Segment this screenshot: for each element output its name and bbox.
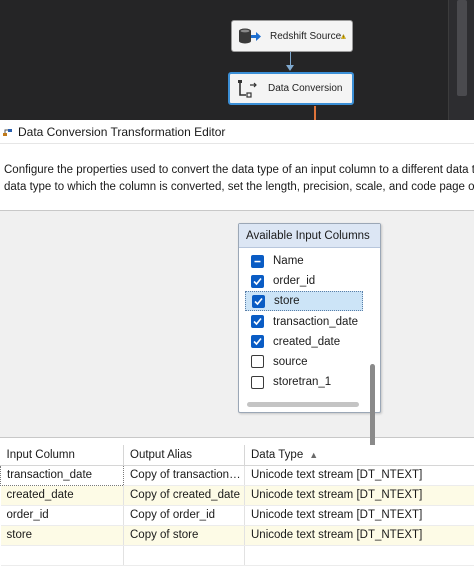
column-item-label: Name	[273, 255, 304, 267]
data-conversion-label: Data Conversion	[268, 83, 343, 94]
cell-data-type[interactable]: Unicode text stream [DT_NTEXT]	[244, 525, 474, 546]
data-flow-canvas[interactable]: Redshift Source Data Conversion	[0, 0, 474, 120]
sort-ascending-icon: ▲	[309, 449, 319, 460]
available-input-columns-box: Available Input Columns Name order_idstor…	[238, 223, 381, 464]
header-output-alias[interactable]: Output Alias	[123, 445, 245, 466]
column-item-label: created_date	[273, 335, 341, 348]
available-columns-horizontal-scrollbar[interactable]	[247, 402, 359, 407]
header-data-type[interactable]: Data Type ▲	[244, 445, 474, 466]
column-checkbox[interactable]	[252, 294, 265, 308]
canvas-scrollbar-thumb[interactable]	[457, 0, 467, 96]
description-line-1: Configure the properties used to convert…	[4, 164, 474, 176]
cell-input-column[interactable]: order_id	[0, 505, 124, 526]
available-columns-list: Name order_idstore transaction_datecreated…	[245, 251, 363, 392]
column-checkbox[interactable]	[251, 335, 264, 349]
data-conversion-task[interactable]: Data Conversion	[228, 72, 354, 105]
column-item-name[interactable]: Name	[245, 251, 363, 271]
minus-icon	[254, 260, 261, 262]
select-all-checkbox[interactable]	[251, 254, 264, 268]
table-row[interactable]: transaction_date Copy of transaction_... U…	[0, 464, 474, 486]
table-row[interactable]: order_id Copy of order_id Unicode text str…	[0, 505, 474, 526]
error-output-connector[interactable]	[314, 106, 316, 120]
cell-input-column[interactable]	[0, 545, 124, 566]
canvas-scrollbar[interactable]	[448, 0, 474, 120]
column-selection-pane	[0, 210, 474, 438]
header-input-column[interactable]: Input Column	[0, 445, 124, 466]
cell-input-column[interactable]: store	[0, 525, 124, 546]
column-item-label: storetran_1	[273, 376, 332, 389]
editor-title-bar[interactable]: Data Conversion Transformation Editor	[0, 120, 474, 144]
data-conversion-editor-window: Data Conversion Transformation Editor Co…	[0, 120, 474, 567]
column-item-order-id[interactable]: order_id	[245, 271, 363, 291]
cell-input-column[interactable]: transaction_date	[0, 464, 124, 486]
column-item-store[interactable]: store	[245, 291, 363, 312]
column-item-source[interactable]: source	[245, 352, 363, 372]
cell-output-alias[interactable]: Copy of order_id	[123, 505, 245, 526]
editor-description: Configure the properties used to convert…	[4, 162, 474, 196]
cell-output-alias[interactable]: Copy of store	[123, 525, 245, 546]
table-row[interactable]: store Copy of store Unicode text stream [D…	[0, 525, 474, 546]
column-item-label: transaction_date	[273, 315, 359, 328]
editor-title: Data Conversion Transformation Editor	[18, 124, 226, 139]
checkmark-icon	[253, 338, 262, 346]
column-checkbox[interactable]	[251, 375, 264, 389]
column-item-storetran-1[interactable]: storetran_1	[245, 372, 363, 392]
transformation-app-icon	[3, 128, 12, 136]
header-output-alias-label: Output Alias	[130, 448, 193, 461]
warning-triangle-icon	[341, 33, 346, 39]
table-row[interactable]	[0, 545, 474, 566]
checkmark-icon	[253, 318, 262, 326]
cell-output-alias[interactable]: Copy of created_date	[123, 485, 245, 506]
cell-data-type[interactable]: Unicode text stream [DT_NTEXT]	[244, 485, 474, 506]
column-checkbox[interactable]	[251, 274, 264, 288]
column-item-created-date[interactable]: created_date	[245, 332, 363, 352]
redshift-source-task[interactable]: Redshift Source	[231, 20, 353, 52]
data-conversion-icon	[236, 79, 260, 99]
column-item-label: order_id	[273, 275, 316, 288]
header-data-type-label: Data Type	[251, 448, 304, 461]
available-input-columns-title[interactable]: Available Input Columns	[239, 224, 380, 248]
checkmark-icon	[253, 277, 262, 285]
checkmark-icon	[254, 297, 263, 306]
cell-data-type[interactable]	[244, 545, 474, 566]
redshift-source-label: Redshift Source	[270, 30, 342, 42]
header-input-column-label: Input Column	[6, 448, 75, 461]
column-item-label: source	[273, 355, 308, 368]
database-arrow-icon	[238, 26, 262, 46]
flow-connector-arrowhead	[286, 65, 294, 71]
cell-data-type[interactable]: Unicode text stream [DT_NTEXT]	[244, 505, 474, 526]
column-checkbox[interactable]	[251, 315, 264, 329]
column-item-label: store	[274, 295, 300, 308]
cell-input-column[interactable]: created_date	[0, 485, 124, 506]
conversion-grid: Input Column Output Alias Data Type ▲ tra…	[0, 445, 474, 566]
column-checkbox[interactable]	[251, 355, 264, 369]
column-item-transaction-date[interactable]: transaction_date	[245, 312, 363, 332]
cell-data-type[interactable]: Unicode text stream [DT_NTEXT]	[244, 465, 474, 486]
table-row[interactable]: created_date Copy of created_date Unicode …	[0, 485, 474, 506]
cell-output-alias[interactable]: Copy of transaction_...	[123, 465, 245, 486]
cell-output-alias[interactable]	[123, 545, 245, 566]
description-line-2: data type to which the column is convert…	[4, 181, 474, 193]
